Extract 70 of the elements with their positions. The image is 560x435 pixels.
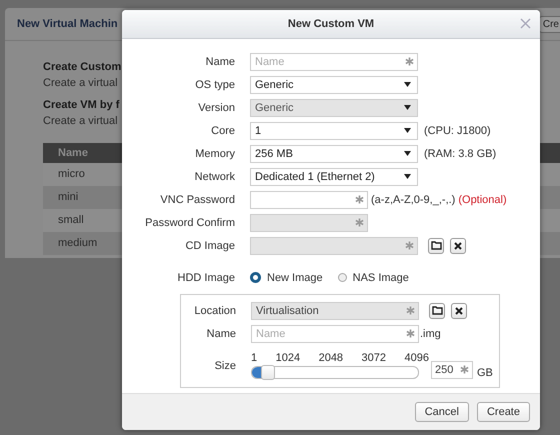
field-hint: (a-z,A-Z,0-9,_,-,.) [371, 194, 456, 206]
input-field[interactable]: Name [250, 52, 418, 70]
required-icon [355, 218, 364, 226]
field-label: Name [204, 56, 235, 68]
section-heading[interactable]: Create VM by f [43, 97, 120, 113]
slider-tick-label: 3072 [362, 352, 386, 364]
folder-icon [430, 241, 442, 250]
clear-button[interactable] [451, 302, 467, 318]
dropdown[interactable]: Dedicated 1 (Ethernet 2) [250, 168, 418, 186]
input-field[interactable]: Name [251, 324, 419, 342]
radio-label: NAS Image [352, 272, 409, 284]
input-field[interactable]: 250 [431, 361, 473, 379]
radio-button[interactable] [250, 272, 261, 283]
field-label: Location [193, 304, 236, 316]
caret-icon [404, 128, 411, 133]
field-label: Password Confirm [144, 216, 235, 228]
slider-tick-label: 1024 [276, 352, 300, 364]
radio-option[interactable]: New Image [250, 272, 323, 284]
slider-tick-label: 1 [251, 352, 258, 364]
radio-option[interactable]: NAS Image [338, 272, 409, 284]
slider-thumb[interactable] [261, 365, 276, 380]
dropdown[interactable]: 1 [250, 122, 418, 140]
field-label: Size [214, 360, 236, 372]
section-heading[interactable]: Create Custom [43, 59, 122, 75]
size-slider[interactable] [251, 366, 419, 379]
clear-button[interactable] [450, 238, 466, 254]
field-label: CD Image [184, 240, 235, 252]
field-label: Memory [194, 148, 235, 160]
browse-button[interactable] [428, 238, 444, 254]
section-description: Create a virtual [43, 114, 118, 129]
dropdown[interactable]: Generic [250, 76, 418, 94]
slider-tick-label: 2048 [318, 352, 344, 364]
unit-label: GB [477, 367, 493, 379]
browse-button[interactable] [429, 302, 445, 318]
cancel-button[interactable]: Cancel [414, 402, 469, 422]
caret-icon [404, 151, 411, 156]
dropdown[interactable]: 256 MB [250, 144, 418, 162]
section-description: Create a virtual [43, 76, 118, 91]
slider-tick-label: 4096 [404, 352, 429, 364]
field-hint: (RAM: 3.8 GB) [424, 148, 496, 160]
input-field[interactable] [250, 190, 368, 208]
field-label: Network [194, 170, 235, 182]
required-icon [406, 306, 415, 314]
field-label: Name [206, 328, 236, 340]
radio-label: New Image [267, 272, 323, 284]
field-label: OS type [194, 78, 235, 90]
caret-icon [404, 174, 411, 179]
create-button[interactable]: Create [476, 402, 530, 422]
field-label: Core [210, 124, 235, 136]
field-label: Version [197, 102, 235, 114]
close-icon [454, 242, 462, 250]
close-icon [455, 306, 463, 314]
create-button[interactable]: Cre [538, 16, 560, 32]
folder-icon [432, 306, 442, 315]
required-icon [405, 56, 414, 66]
required-icon [406, 328, 415, 338]
required-icon [355, 194, 364, 204]
required-icon [460, 365, 469, 374]
caret-icon [404, 82, 411, 87]
file-extension: .img [420, 328, 441, 340]
radio-button[interactable] [338, 273, 347, 282]
field-label: HDD Image [176, 272, 235, 284]
field-label: VNC Password [159, 194, 235, 206]
required-icon [405, 240, 414, 250]
caret-icon [404, 105, 411, 110]
optional-hint: (Optional) [458, 194, 507, 206]
column-header: Name [58, 147, 88, 159]
field-hint: (CPU: J1800) [424, 124, 491, 136]
dialog-title: New Custom VM [288, 18, 374, 30]
page-title: New Virtual Machin [17, 18, 118, 30]
